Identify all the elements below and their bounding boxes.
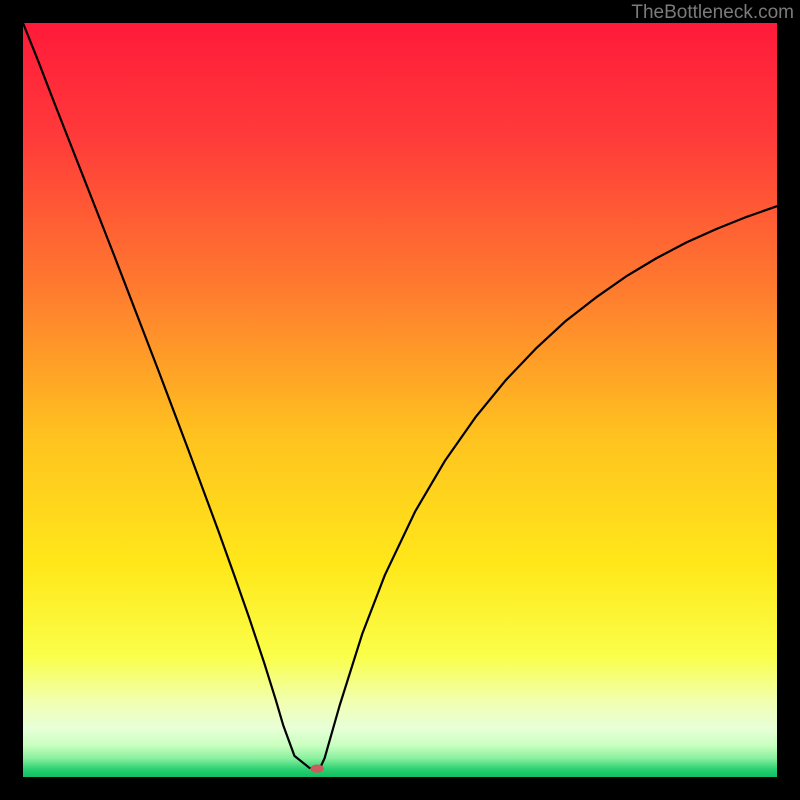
chart-frame: TheBottleneck.com [0,0,800,800]
chart-background [23,23,777,777]
attribution-text: TheBottleneck.com [631,2,794,24]
plot-area [23,23,777,777]
optimal-point-marker [310,765,324,773]
chart-svg [23,23,777,777]
